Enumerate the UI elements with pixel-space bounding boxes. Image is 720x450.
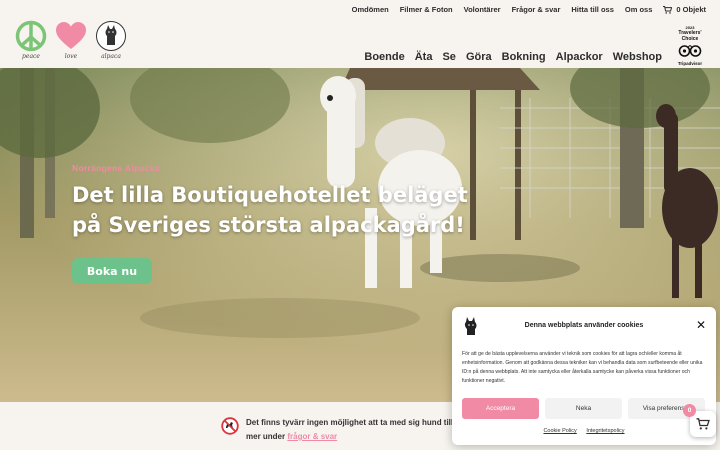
notice-line: mer under frågor & svar bbox=[246, 430, 465, 444]
cookie-body-text: För att ge de bästa upplevelserna använd… bbox=[462, 351, 703, 384]
tripadvisor-owl-icon bbox=[678, 44, 702, 57]
cookie-button-group: Acceptera Neka Visa preferenser bbox=[462, 398, 705, 419]
top-nav-item[interactable]: Volontärer bbox=[464, 5, 501, 14]
top-nav-item[interactable]: Hitta till oss bbox=[571, 5, 614, 14]
logo-group[interactable]: peace love alpaca bbox=[14, 20, 128, 60]
accept-cookies-button[interactable]: Acceptera bbox=[462, 398, 539, 419]
alpaca-icon bbox=[96, 21, 126, 51]
badge-line: Choice bbox=[681, 36, 699, 42]
main-nav-item[interactable]: Se bbox=[442, 51, 455, 63]
logo-alpaca[interactable]: alpaca bbox=[94, 20, 128, 60]
cart-count-badge: 0 bbox=[683, 404, 696, 417]
main-nav-item[interactable]: Alpackor bbox=[556, 51, 603, 63]
deny-cookies-button[interactable]: Neka bbox=[545, 398, 622, 419]
faq-link[interactable]: frågor & svar bbox=[287, 432, 337, 441]
hero-title: Det lilla Boutiquehotellet beläget på Sv… bbox=[72, 183, 468, 237]
cookie-links: Cookie Policy Integritetspolicy bbox=[452, 428, 716, 434]
logo-caption: love bbox=[64, 53, 78, 60]
top-nav: Omdömen Filmer & Foton Volontärer Frågor… bbox=[352, 5, 706, 14]
main-nav-item[interactable]: Äta bbox=[415, 51, 433, 63]
privacy-policy-link[interactable]: Integritetspolicy bbox=[586, 428, 624, 434]
tripadvisor-badge[interactable]: 2023 Travelers' Choice Tripadvisor bbox=[674, 25, 706, 67]
logo-caption: peace bbox=[22, 53, 40, 60]
peace-icon bbox=[15, 20, 47, 52]
book-now-button[interactable]: Boka nu bbox=[72, 258, 152, 284]
no-dogs-icon bbox=[221, 417, 239, 435]
hero-eyebrow: Norrängens Alpacka bbox=[72, 163, 160, 173]
main-nav-item[interactable]: Webshop bbox=[613, 51, 662, 63]
main-nav-item[interactable]: Bokning bbox=[502, 51, 546, 63]
logo-peace[interactable]: peace bbox=[14, 20, 48, 60]
logo-love[interactable]: love bbox=[54, 20, 88, 60]
close-icon[interactable]: ✕ bbox=[696, 319, 706, 331]
cookie-title: Denna webbplats använder cookies bbox=[524, 322, 644, 329]
top-nav-item[interactable]: Filmer & Foton bbox=[400, 5, 453, 14]
main-nav: Boende Äta Se Göra Bokning Alpackor Webs… bbox=[364, 51, 662, 63]
top-nav-item[interactable]: Frågor & svar bbox=[512, 5, 561, 14]
site-header: peace love alpaca Omdömen Filmer & Foton… bbox=[0, 0, 720, 68]
cookie-consent-dialog: Denna webbplats använder cookies ✕ För a… bbox=[452, 307, 716, 445]
header-cart[interactable]: 0 Objekt bbox=[663, 5, 706, 14]
top-nav-item[interactable]: Om oss bbox=[625, 5, 653, 14]
cart-icon bbox=[663, 5, 673, 14]
heart-icon bbox=[56, 22, 86, 49]
logo-caption: alpaca bbox=[101, 53, 121, 60]
cart-icon bbox=[696, 418, 710, 430]
cookie-policy-link[interactable]: Cookie Policy bbox=[543, 428, 576, 434]
top-nav-item[interactable]: Omdömen bbox=[352, 5, 389, 14]
notice-text: Det finns tyvärr ingen möjlighet att ta … bbox=[246, 416, 465, 444]
notice-prefix: mer under bbox=[246, 432, 286, 441]
cart-count-label: 0 Objekt bbox=[676, 5, 706, 14]
badge-line: Tripadvisor bbox=[677, 61, 703, 66]
main-nav-item[interactable]: Göra bbox=[466, 51, 492, 63]
notice-line: Det finns tyvärr ingen möjlighet att ta … bbox=[246, 418, 465, 427]
main-nav-item[interactable]: Boende bbox=[364, 51, 404, 63]
